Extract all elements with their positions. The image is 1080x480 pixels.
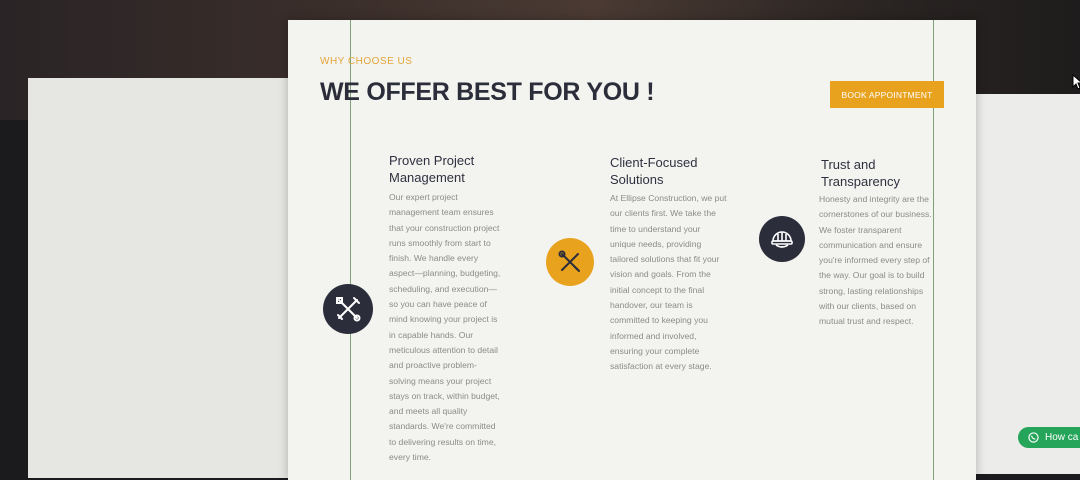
feature-text-line: stays on track, within budget, [389, 390, 500, 401]
feature-text-line: tailored solutions that fit your [610, 254, 720, 265]
whatsapp-label: How ca [1045, 432, 1079, 443]
feature-text-line: standards. We're committed [389, 421, 496, 432]
feature-text-line: cornerstones of our business. [819, 209, 932, 220]
feature-text-line: Our expert project [389, 192, 458, 202]
feature-text-line: scheduling, and execution— [389, 283, 497, 294]
feature-text-trust-transparency: Honesty and integrity are the cornerstone… [819, 192, 932, 330]
feature-text-line: At Ellipse Construction, we put [610, 193, 727, 203]
whatsapp-icon [1028, 432, 1039, 443]
feature-text-line: with our clients, based on [819, 301, 916, 312]
book-appointment-button[interactable]: BOOK APPOINTMENT [830, 81, 944, 108]
feature-text-line: and meets all quality [389, 406, 468, 417]
feature-text-line: every time. [389, 452, 432, 463]
hardhat-icon [759, 216, 805, 262]
feature-text-line: mind knowing your project is [389, 314, 498, 325]
mouse-cursor-icon [1072, 74, 1080, 90]
why-choose-us-section: WHY CHOOSE US WE OFFER BEST FOR YOU ! BO… [288, 20, 976, 480]
feature-text-line: meticulous attention to detail [389, 344, 498, 355]
feature-text-line: and proactive problem- [389, 360, 477, 371]
section-eyebrow: WHY CHOOSE US [320, 56, 413, 67]
feature-title-line: Client-Focused [610, 155, 698, 170]
feature-text-line: informed and involved, [610, 330, 697, 341]
feature-text-line: in capable hands. Our [389, 329, 474, 340]
feature-title-line: Management [389, 170, 465, 185]
feature-text-line: communication and ensure [819, 239, 923, 250]
feature-text-line: strong, lasting relationships [819, 285, 924, 296]
feature-text-line: committed to keeping you [610, 315, 708, 326]
feature-text-line: Honesty and integrity are the [819, 194, 929, 204]
feature-title-line: Transparency [821, 174, 900, 189]
feature-text-line: We foster transparent [819, 224, 902, 235]
wrench-screwdriver-icon [546, 238, 594, 286]
feature-text-line: runs smoothly from start to [389, 237, 491, 248]
tools-icon [323, 284, 373, 334]
feature-title-line: Trust and [821, 157, 876, 172]
feature-text-line: ensuring your complete [610, 345, 700, 356]
feature-title-client-focused: Client-Focused Solutions [610, 154, 697, 188]
feature-text-line: management team ensures [389, 207, 494, 218]
feature-text-line: finish. We handle every [389, 253, 479, 264]
feature-text-line: mutual trust and respect. [819, 316, 914, 327]
feature-text-line: you're informed every step of [819, 255, 930, 266]
feature-text-client-focused: At Ellipse Construction, we put our clien… [610, 191, 727, 375]
feature-text-line: vision and goals. From the [610, 269, 711, 280]
feature-text-line: aspect—planning, budgeting, [389, 268, 501, 279]
whatsapp-chat-button[interactable]: How ca [1018, 427, 1080, 448]
background-right-panel [960, 94, 1080, 474]
feature-text-line: satisfaction at every stage. [610, 361, 712, 372]
feature-text-line: so you can have peace of [389, 299, 487, 310]
feature-text-line: handover, our team is [610, 300, 693, 311]
feature-title-project-management: Proven Project Management [389, 152, 474, 186]
feature-text-line: that your construction project [389, 222, 500, 233]
feature-text-project-management: Our expert project management team ensure… [389, 190, 500, 465]
feature-title-trust-transparency: Trust and Transparency [821, 156, 900, 190]
feature-text-line: unique needs, providing [610, 238, 702, 249]
section-heading: WE OFFER BEST FOR YOU ! [320, 78, 655, 106]
feature-title-line: Proven Project [389, 153, 475, 168]
feature-title-line: Solutions [610, 172, 664, 187]
feature-text-line: time to understand your [610, 223, 701, 234]
feature-text-line: initial concept to the final [610, 284, 705, 295]
feature-text-line: the way. Our goal is to build [819, 270, 925, 281]
feature-text-line: our clients first. We take the [610, 208, 716, 219]
feature-text-line: solving means your project [389, 375, 492, 386]
feature-text-line: to delivering results on time, [389, 436, 496, 447]
